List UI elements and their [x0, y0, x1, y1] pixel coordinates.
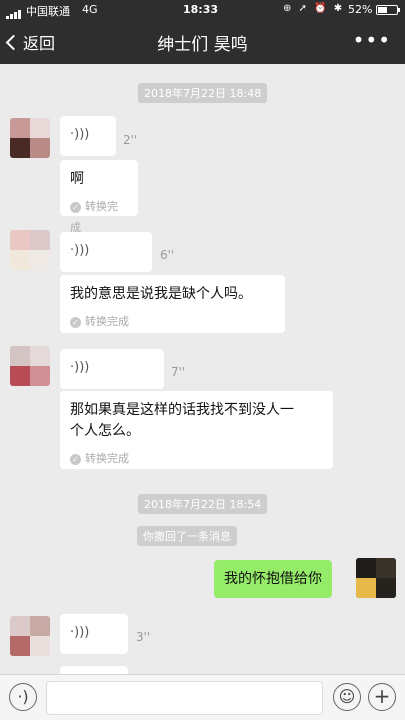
transcript-line: 个人怎么。: [70, 423, 140, 439]
outgoing-message-bubble[interactable]: 我的怀抱借给你: [214, 560, 332, 598]
transcript-bubble[interactable]: 啊 ✓ 转换完成: [60, 160, 138, 234]
voice-input-icon[interactable]: ·): [9, 683, 37, 711]
voice-message-bubble[interactable]: ·))): [60, 614, 128, 654]
voice-duration: 6'': [160, 248, 175, 262]
chat-title: 绅士们 昊鸣: [157, 35, 248, 55]
transcript-text: 我的意思是说我是缺个人吗。: [70, 286, 252, 302]
check-icon: ✓: [70, 454, 81, 465]
transcript-bubble[interactable]: 我的意思是说我是缺个人吗。 ✓ 转换完成: [60, 275, 285, 333]
plus-icon[interactable]: +: [368, 683, 396, 711]
contact-avatar[interactable]: [10, 616, 50, 656]
voice-duration: 7'': [171, 365, 186, 379]
signal-icon: [6, 6, 22, 19]
timestamp-pill: 2018年7月22日 18:48: [138, 83, 268, 103]
nav-bar: 返回 绅士们 昊鸣 •••: [0, 20, 405, 64]
recall-notice: 你撤回了一条消息: [137, 526, 237, 546]
voice-message-bubble[interactable]: ·))): [60, 349, 164, 389]
convert-status-label: 转换完成: [85, 315, 129, 328]
convert-status: ✓ 转换完成: [70, 448, 323, 469]
transcript-line: 那如果真是这样的话我找不到没人一: [70, 402, 294, 418]
status-bar: 中国联通 4G 18:33 ⊕ ➚ ⏰ ✱ 52%: [0, 0, 405, 20]
input-bar: ·) ☺ +: [0, 674, 405, 720]
check-icon: ✓: [70, 317, 81, 328]
voice-wave-icon: ·))): [70, 625, 90, 640]
transcript-bubble[interactable]: 那如果真是这样的话我找不到没人一 个人怎么。 ✓ 转换完成: [60, 391, 333, 469]
transcript-text: 啊: [70, 171, 84, 187]
convert-status: ✓ 转换完成: [70, 311, 275, 332]
voice-wave-icon: ·))): [70, 127, 90, 142]
more-options-button[interactable]: •••: [353, 28, 391, 52]
status-icons: ⊕ ➚ ⏰ ✱: [283, 3, 345, 14]
chat-area[interactable]: 2018年7月22日 18:48 ·))) 2'' 啊 ✓ 转换完成 ·))) 6…: [0, 64, 405, 674]
timestamp-pill: 2018年7月22日 18:54: [138, 494, 268, 514]
voice-message-bubble[interactable]: ·))): [60, 116, 116, 156]
carrier-name: 中国联通: [26, 5, 70, 18]
voice-wave-icon: ·))): [70, 243, 90, 258]
message-input[interactable]: [46, 681, 323, 715]
voice-duration: 3'': [136, 630, 151, 644]
battery-icon: [376, 5, 400, 15]
status-time: 18:33: [183, 3, 219, 16]
emoji-icon[interactable]: ☺: [333, 683, 361, 711]
my-avatar[interactable]: [356, 558, 396, 598]
contact-avatar[interactable]: [10, 230, 50, 270]
transcript-bubble-partial[interactable]: [60, 666, 128, 674]
contact-avatar[interactable]: [10, 346, 50, 386]
convert-status-label: 转换完成: [85, 452, 129, 465]
network-type: 4G: [82, 3, 98, 16]
voice-duration: 2'': [123, 133, 138, 147]
battery-percent: 52%: [348, 3, 373, 16]
voice-wave-icon: ·))): [70, 360, 90, 375]
voice-message-bubble[interactable]: ·))): [60, 232, 152, 272]
check-icon: ✓: [70, 202, 81, 213]
contact-avatar[interactable]: [10, 118, 50, 158]
